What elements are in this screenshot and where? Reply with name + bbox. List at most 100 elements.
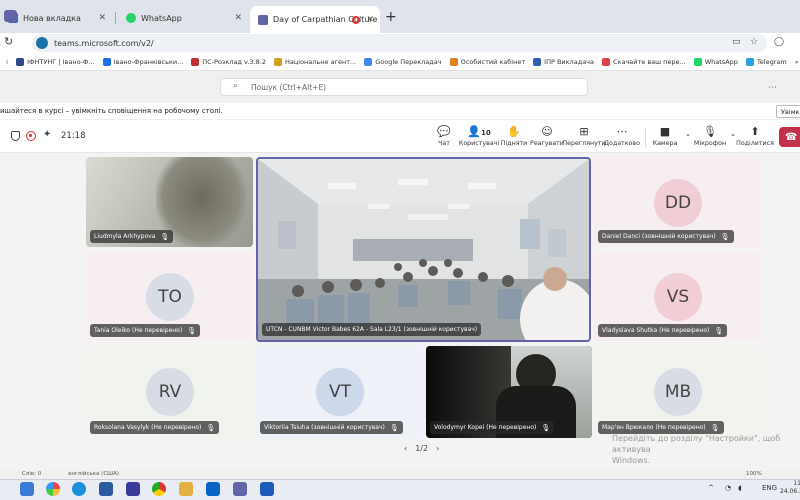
more-bookmarks-icon[interactable]: » — [795, 58, 799, 66]
close-icon[interactable]: ✕ — [366, 15, 374, 25]
volume-icon[interactable]: ◖ — [738, 484, 742, 492]
avatar: MB — [654, 368, 702, 416]
language-status: англійська (США) — [68, 471, 119, 477]
tool-label: Реагувати — [530, 140, 564, 147]
gallery-pager: ‹ 1/2 › — [404, 444, 439, 453]
chrome-icon[interactable] — [152, 482, 166, 496]
teams-search-input[interactable]: ⌕ Пошук (Ctrl+Alt+E) — [220, 78, 588, 96]
bookmark-item[interactable]: Особистий кабінет — [449, 57, 525, 66]
apps-grid-icon[interactable]: ⁞ — [6, 58, 8, 66]
participant-tile-volodymyr-kopei[interactable]: Volodymyr Kopei (Не перевірено) 🎙 — [426, 346, 592, 438]
participant-tile-maryan-vriukalo[interactable]: MB Мар'ян Врюкало (Не перевірено) 🎙 — [594, 346, 761, 438]
windows-start-icon[interactable] — [20, 482, 34, 496]
whatsapp-icon — [126, 13, 136, 23]
more-options-icon[interactable]: ⋯ — [768, 83, 777, 93]
bookmark-item[interactable]: Скачайте ваш пере... — [602, 57, 686, 66]
word-icon[interactable] — [260, 482, 274, 496]
tab-divider — [115, 12, 116, 24]
participant-name-label: UTCN - CUNBM Victor Babes 62A - Sala L23… — [262, 323, 482, 336]
explorer-icon[interactable] — [99, 482, 113, 496]
shield-icon[interactable] — [11, 131, 20, 141]
teams-icon — [258, 14, 268, 25]
bookmark-item[interactable]: ІФНТУНГ | Івано-Ф... — [16, 57, 95, 66]
participant-tile-viktoriia-tsiuha[interactable]: VT Viktoriia Tsiuha (зовнішній користува… — [256, 346, 423, 438]
profile-icon[interactable]: ◯ — [774, 37, 784, 47]
bookmark-favicon-icon — [191, 57, 200, 66]
word-count: Слів: 0 — [22, 471, 42, 477]
recording-icon — [352, 15, 360, 24]
bookmark-favicon-icon — [364, 57, 373, 66]
leave-button[interactable]: ☎ — [779, 127, 800, 147]
cast-icon[interactable]: ▭ — [732, 37, 741, 47]
participant-tile-utcn-sala[interactable]: UTCN - CUNBM Victor Babes 62A - Sala L23… — [256, 157, 591, 342]
teams-taskbar-icon[interactable] — [233, 482, 247, 496]
url-text: teams.microsoft.com/v2/ — [54, 38, 154, 48]
tab-label: Нова вкладка — [23, 13, 81, 23]
participant-tile-liudmyla-arkhypova[interactable]: Liudmyla Arkhypova 🎙 — [86, 157, 253, 247]
chevron-left-icon[interactable]: ‹ — [404, 444, 407, 453]
participant-tile-vladyslava-shutka[interactable]: VS Vladyslava Shutka (Не перевірено) 🎙 — [594, 251, 761, 341]
tool-label: Мікрофон — [693, 140, 727, 147]
microphone-button[interactable]: 🎙 Мікрофон ⌄ — [688, 125, 736, 147]
system-clock[interactable]: 11: 24.06.2 — [780, 480, 800, 496]
participant-name-label: Vladyslava Shutka (Не перевірено) 🎙 — [598, 324, 728, 337]
tab-whatsapp[interactable]: WhatsApp ✕ — [118, 7, 248, 29]
participant-name: UTCN - CUNBM Victor Babes 62A - Sala L23… — [266, 326, 478, 333]
tool-label: Поділитися — [736, 140, 774, 147]
ellipsis-icon: ⋯ — [616, 125, 628, 138]
share-button[interactable]: ⬆ Поділитися — [733, 125, 777, 147]
copilot-icon[interactable] — [46, 482, 60, 496]
wifi-icon[interactable]: ◔ — [725, 484, 731, 492]
edge-icon[interactable] — [72, 482, 86, 496]
new-tab-button[interactable]: + — [385, 9, 397, 25]
bookmark-label: Національне агент... — [284, 57, 357, 66]
teams-logo-icon — [4, 10, 17, 22]
bookmark-item[interactable]: ІПР Викладача — [533, 57, 594, 66]
chevron-right-icon[interactable]: › — [436, 444, 439, 453]
bookmark-item[interactable]: Національне агент... — [273, 57, 357, 66]
outlook-icon[interactable] — [206, 482, 220, 496]
bookmark-favicon-icon — [745, 57, 754, 66]
enable-notifications-button[interactable]: Увімк — [776, 105, 800, 118]
camera-button[interactable]: ■ Камера ⌄ — [643, 125, 691, 147]
bookmark-label: ІФНТУНГ | Івано-Ф... — [27, 57, 95, 66]
bookmark-favicon-icon — [273, 57, 282, 66]
bookmark-favicon-icon — [602, 57, 610, 66]
bookmark-item[interactable]: Google Перекладач — [364, 57, 442, 66]
close-icon[interactable]: ✕ — [98, 13, 106, 23]
bookmark-item[interactable]: ПС-Розклад v.3.8.2 — [191, 57, 266, 66]
participant-tile-tania-oleiko[interactable]: TO Tania Oleiko (Не перевірено) 🎙 — [86, 251, 253, 341]
avatar: DD — [654, 179, 702, 227]
bookmark-star-icon[interactable]: ☆ — [750, 37, 758, 47]
bookmark-label: Telegram — [756, 57, 787, 66]
more-button[interactable]: ⋯ Додатково — [600, 125, 644, 147]
sparkle-icon[interactable]: ✦ — [43, 129, 51, 140]
participant-name: Viktoriia Tsiuha (зовнішній користувач) — [264, 424, 385, 431]
reload-icon[interactable]: ↻ — [4, 35, 13, 48]
participant-tile-roksolana-vasylyk[interactable]: RV Roksolana Vasylyk (Не перевірено) 🎙 — [86, 346, 253, 438]
input-language[interactable]: ENG — [762, 484, 777, 492]
bookmark-item[interactable]: WhatsApp — [693, 57, 738, 66]
participant-tile-daniel-danci[interactable]: DD Daniel Danci (зовнішній користувач) 🎙 — [594, 157, 761, 247]
recording-indicator-icon[interactable] — [26, 131, 36, 141]
people-icon: 👤 — [467, 125, 481, 138]
folder-icon[interactable] — [179, 482, 193, 496]
address-bar[interactable]: teams.microsoft.com/v2/ — [32, 34, 767, 52]
page-indicator: 1/2 — [415, 444, 429, 453]
search-icon: ⌕ — [233, 81, 239, 91]
clock-date: 24.06.2 — [780, 488, 800, 495]
bookmark-item[interactable]: Telegram — [745, 57, 787, 66]
participant-name-label: Roksolana Vasylyk (Не перевірено) 🎙 — [90, 421, 220, 434]
bookmark-item[interactable]: Івано-Франківськи... — [102, 57, 183, 66]
chevron-up-icon[interactable]: ^ — [708, 484, 714, 492]
close-icon[interactable]: ✕ — [234, 13, 242, 23]
participant-name-label: Viktoriia Tsiuha (зовнішній користувач) … — [260, 421, 403, 434]
participant-name: Vladyslava Shutka (Не перевірено) — [602, 327, 710, 334]
participant-count: 10 — [480, 129, 491, 137]
participant-name: Roksolana Vasylyk (Не перевірено) — [94, 424, 202, 431]
store-icon[interactable] — [126, 482, 140, 496]
mic-muted-icon: 🎙 — [710, 423, 720, 432]
site-info-icon[interactable] — [36, 37, 48, 49]
tab-day-of-carpathian-culture[interactable]: Day of Carpathian Culture ✕ — [250, 6, 380, 33]
camera-icon: ■ — [659, 125, 671, 138]
